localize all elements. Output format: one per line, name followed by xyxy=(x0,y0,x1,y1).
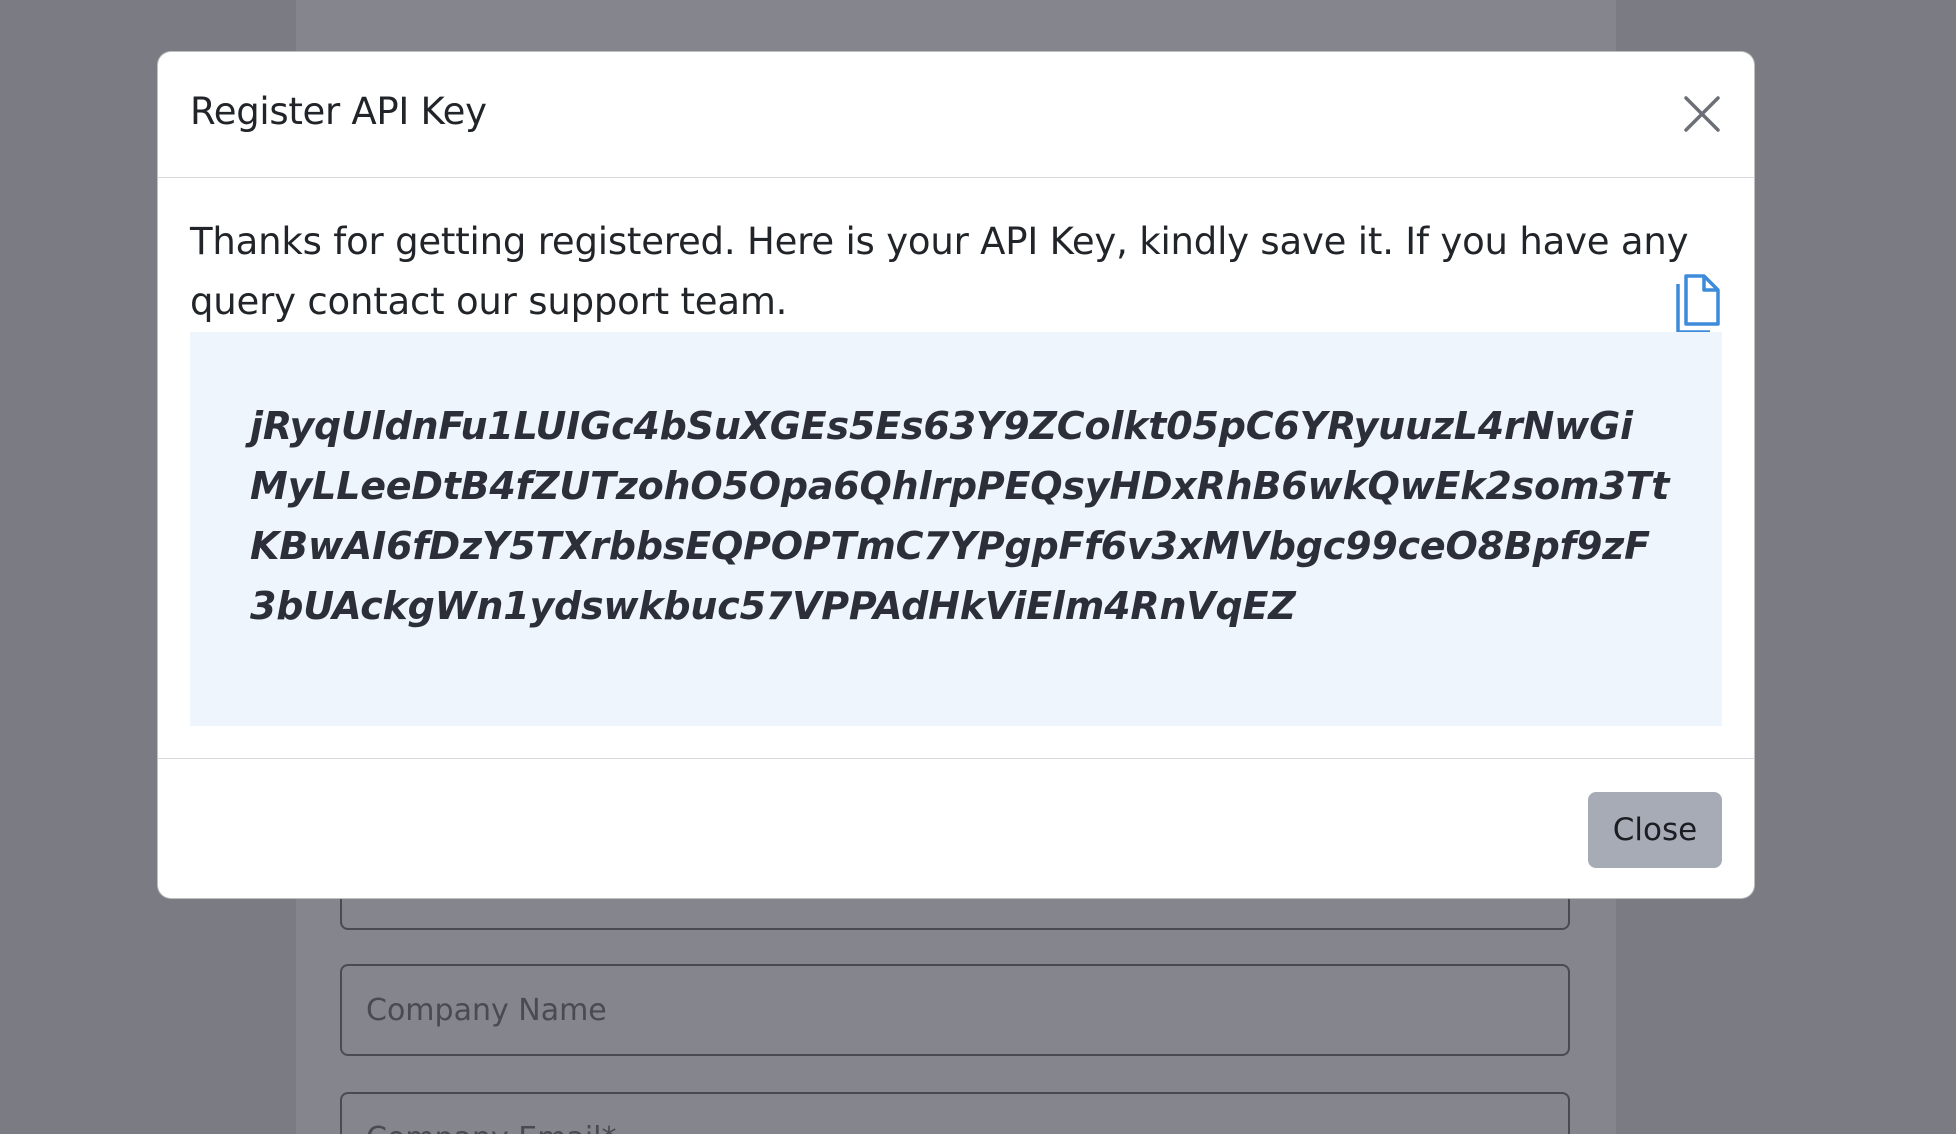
company-name-input[interactable] xyxy=(340,964,1570,1056)
modal-header: Register API Key xyxy=(158,52,1754,178)
api-key-value[interactable]: jRyqUldnFu1LUIGc4bSuXGEs5Es63Y9ZColkt05p… xyxy=(250,396,1670,636)
copy-icon[interactable] xyxy=(1666,274,1722,336)
api-key-box: jRyqUldnFu1LUIGc4bSuXGEs5Es63Y9ZColkt05p… xyxy=(190,332,1722,726)
close-icon[interactable] xyxy=(1680,92,1724,136)
close-button[interactable]: Close xyxy=(1588,792,1722,868)
company-email-input[interactable] xyxy=(340,1092,1570,1134)
modal-title: Register API Key xyxy=(190,90,487,133)
modal-body: Thanks for getting registered. Here is y… xyxy=(158,178,1754,758)
register-api-key-modal: Register API Key Thanks for getting regi… xyxy=(157,51,1755,899)
registration-message: Thanks for getting registered. Here is y… xyxy=(190,220,1689,323)
modal-footer: Close xyxy=(158,758,1754,898)
